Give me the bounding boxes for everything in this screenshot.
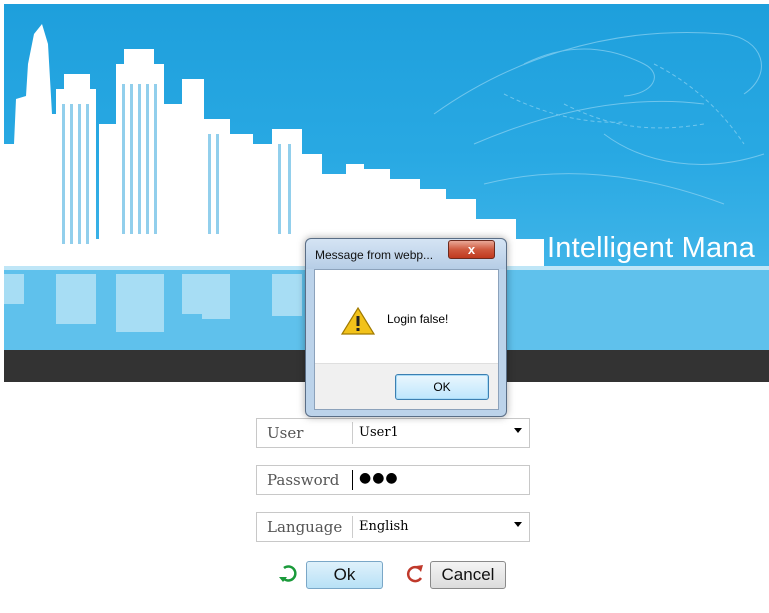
user-select[interactable]: User User1 bbox=[256, 418, 530, 448]
password-label: Password bbox=[267, 471, 340, 489]
password-input[interactable]: ●●● bbox=[352, 470, 526, 490]
warning-icon bbox=[341, 306, 375, 335]
refresh-green-icon[interactable] bbox=[278, 563, 300, 585]
message-dialog: Message from webp... x Login false! OK bbox=[305, 238, 507, 417]
cancel-button[interactable]: Cancel bbox=[430, 561, 506, 589]
refresh-red-icon[interactable] bbox=[404, 563, 426, 585]
user-dropdown[interactable]: User1 bbox=[352, 422, 526, 444]
language-value: English bbox=[359, 519, 409, 534]
chevron-down-icon[interactable] bbox=[514, 428, 522, 433]
dialog-close-button[interactable]: x bbox=[448, 240, 495, 259]
close-icon: x bbox=[467, 242, 476, 257]
dialog-ok-button[interactable]: OK bbox=[395, 374, 489, 400]
language-label: Language bbox=[267, 518, 343, 536]
language-select[interactable]: Language English bbox=[256, 512, 530, 542]
dialog-footer: OK bbox=[315, 363, 498, 409]
user-label: User bbox=[267, 424, 304, 442]
language-dropdown[interactable]: English bbox=[352, 516, 526, 538]
banner-title: Intelligent Mana bbox=[547, 232, 755, 264]
dialog-title: Message from webp... bbox=[315, 248, 434, 262]
ok-button[interactable]: Ok bbox=[306, 561, 383, 589]
user-value: User1 bbox=[359, 425, 399, 440]
password-field[interactable]: Password ●●● bbox=[256, 465, 530, 495]
password-value: ●●● bbox=[359, 470, 399, 486]
chevron-down-icon[interactable] bbox=[514, 522, 522, 527]
dialog-titlebar[interactable]: Message from webp... x bbox=[306, 239, 506, 269]
dialog-message: Login false! bbox=[387, 312, 449, 326]
dialog-body: Login false! OK bbox=[314, 269, 499, 410]
